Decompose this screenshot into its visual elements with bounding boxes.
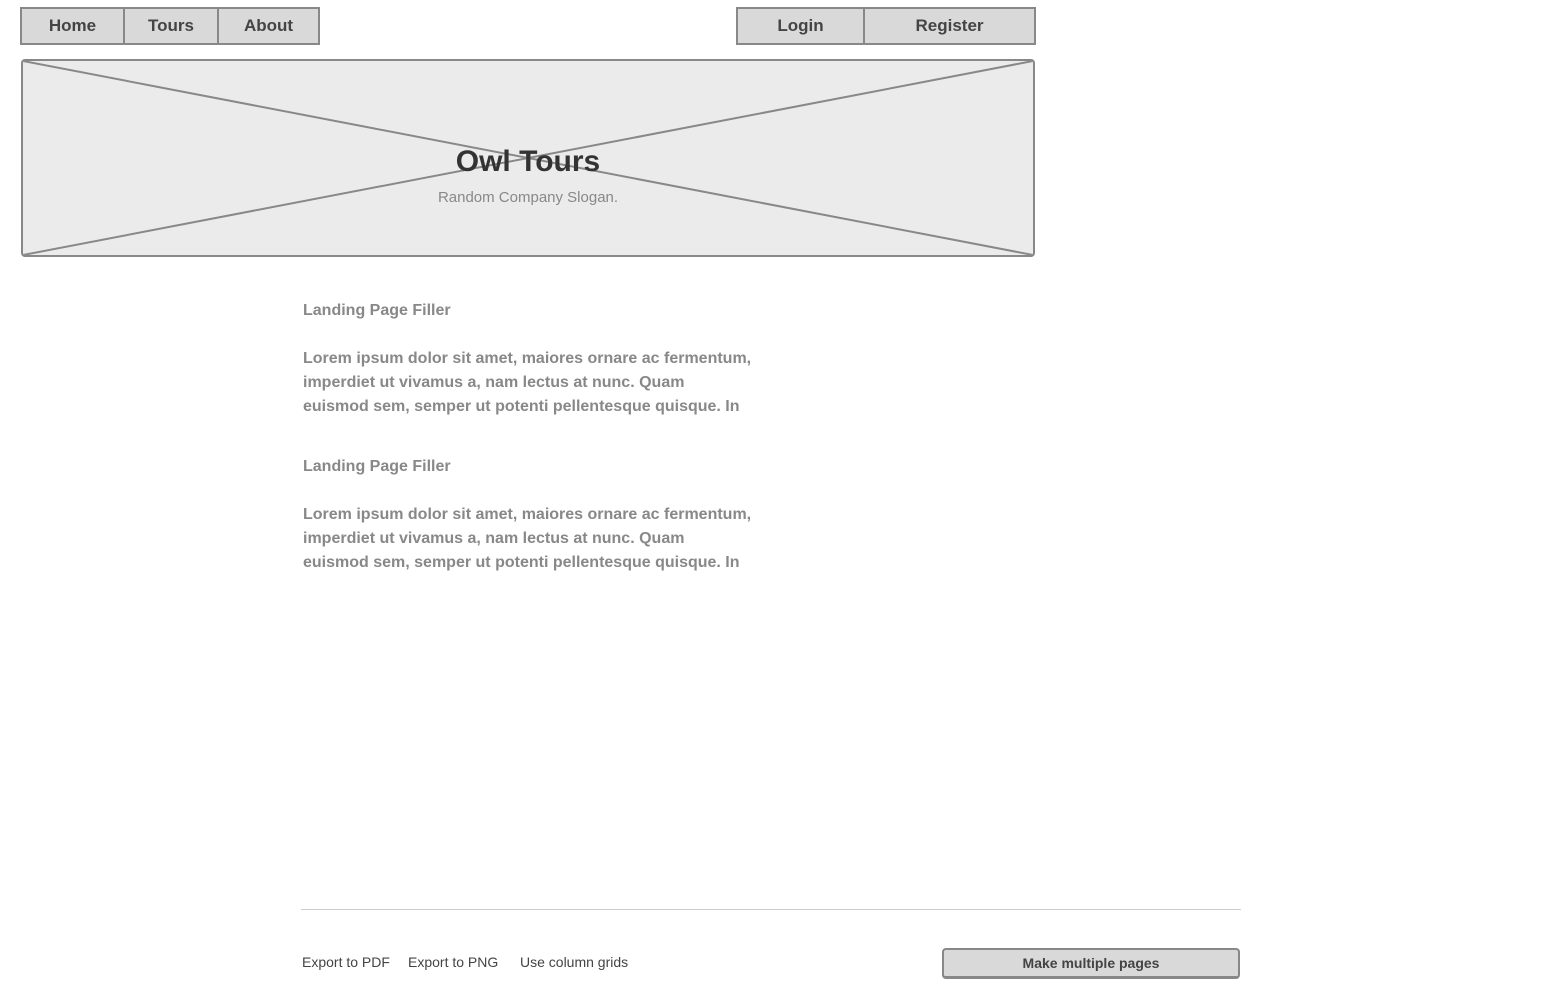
nav-home[interactable]: Home — [22, 9, 125, 43]
hero-slogan: Random Company Slogan. — [437, 189, 619, 206]
export-png-link[interactable]: Export to PNG — [408, 954, 498, 970]
section-heading: Landing Page Filler — [303, 458, 451, 475]
content-section: Landing Page Filler Lorem ipsum dolor si… — [303, 299, 753, 423]
make-multiple-pages-button[interactable]: Make multiple pages — [942, 948, 1240, 979]
footer-divider — [301, 909, 1241, 910]
account-nav: Login Register — [736, 7, 1036, 45]
column-grids-link[interactable]: Use column grids — [520, 954, 628, 970]
nav-about[interactable]: About — [219, 9, 318, 43]
section-heading: Landing Page Filler — [303, 302, 451, 319]
main-nav: Home Tours About — [20, 7, 320, 45]
hero-title: Owl Tours — [455, 145, 601, 178]
nav-login[interactable]: Login — [738, 9, 865, 43]
hero-image-placeholder: Owl Tours Random Company Slogan. — [21, 59, 1035, 257]
section-body: Lorem ipsum dolor sit amet, maiores orna… — [303, 350, 752, 423]
nav-tours[interactable]: Tours — [125, 9, 219, 43]
nav-register[interactable]: Register — [865, 9, 1034, 43]
export-pdf-link[interactable]: Export to PDF — [302, 954, 390, 970]
content-section: Landing Page Filler Lorem ipsum dolor si… — [303, 455, 753, 579]
section-body: Lorem ipsum dolor sit amet, maiores orna… — [303, 506, 752, 579]
